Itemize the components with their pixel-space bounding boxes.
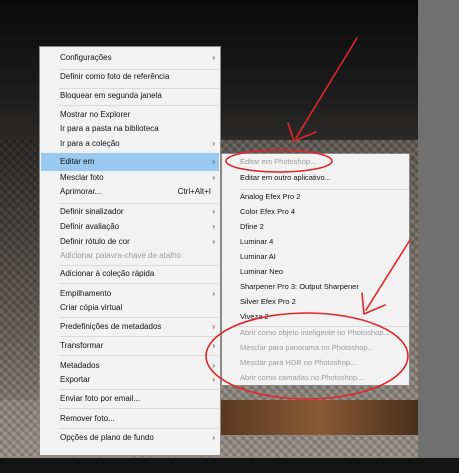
menu-item-label: Criar cópia virtual bbox=[60, 303, 123, 312]
submenu-item-label: Mesclar para panorama no Photoshop... bbox=[240, 343, 374, 352]
menu-item-opcoes-plano-fundo[interactable]: Opções de plano de fundo › bbox=[41, 429, 219, 447]
submenu-item-label: Sharpener Pro 3: Output Sharpener bbox=[240, 282, 359, 291]
side-panel bbox=[418, 0, 459, 473]
submenu-item-editar-photoshop[interactable]: Editar em Photoshop... bbox=[223, 154, 409, 170]
submenu-item-label: Color Efex Pro 4 bbox=[240, 207, 296, 216]
submenu-editar-em: Editar em Photoshop... Editar em outro a… bbox=[221, 153, 410, 386]
submenu-item-abrir-camadas[interactable]: Abrir como camadas no Photoshop... bbox=[223, 370, 409, 386]
menu-item-transformar[interactable]: Transformar › bbox=[41, 337, 219, 355]
submenu-arrow-icon: › bbox=[212, 53, 215, 62]
menu-item-label: Exportar bbox=[60, 375, 91, 384]
menu-item-label: Mostrar no Explorer bbox=[60, 110, 131, 119]
menu-item-bloquear-segunda-janela[interactable]: Bloquear em segunda janela bbox=[41, 87, 219, 105]
submenu-item-label: Luminar Neo bbox=[240, 267, 283, 276]
submenu-arrow-icon: › bbox=[212, 375, 215, 384]
menu-item-enviar-email[interactable]: Enviar foto por email... bbox=[41, 390, 219, 408]
submenu-item-label: Mesclar para HDR no Photoshop... bbox=[240, 358, 357, 367]
submenu-item-mesclar-panorama[interactable]: Mesclar para panorama no Photoshop... bbox=[223, 340, 409, 356]
menu-item-label: Mesclar foto bbox=[60, 173, 104, 182]
submenu-item-label: Viveza 2 bbox=[240, 312, 269, 321]
submenu-item-editar-outro-aplicativo[interactable]: Editar em outro aplicativo... bbox=[223, 170, 409, 186]
menu-item-label: Adicionar à coleção rápida bbox=[60, 269, 155, 278]
submenu-arrow-icon: › bbox=[212, 139, 215, 148]
menu-item-label: Metadados bbox=[60, 361, 100, 370]
submenu-item-label: Editar em Photoshop... bbox=[240, 157, 317, 166]
menu-item-predefinicoes-metadados[interactable]: Predefinições de metadados › bbox=[41, 318, 219, 336]
submenu-item-label: Luminar 4 bbox=[240, 237, 274, 246]
menu-item-copia-virtual[interactable]: Criar cópia virtual bbox=[41, 299, 219, 317]
menu-item-label: Definir como foto de referência bbox=[60, 72, 170, 81]
menu-item-definir-referencia[interactable]: Definir como foto de referência bbox=[41, 68, 219, 86]
submenu-item-mesclar-hdr[interactable]: Mesclar para HDR no Photoshop... bbox=[223, 355, 409, 371]
submenu-item-label: Abrir como camadas no Photoshop... bbox=[240, 373, 364, 382]
submenu-item-label: Dfine 2 bbox=[240, 222, 264, 231]
menu-item-label: Ir para a pasta na biblioteca bbox=[60, 124, 159, 133]
submenu-item-analog-efex[interactable]: Analog Efex Pro 2 bbox=[223, 189, 409, 205]
submenu-item-color-efex[interactable]: Color Efex Pro 4 bbox=[223, 204, 409, 220]
menu-separator bbox=[59, 355, 219, 356]
submenu-item-label: Luminar AI bbox=[240, 252, 276, 261]
submenu-item-luminar-4[interactable]: Luminar 4 bbox=[223, 234, 409, 250]
menu-item-label: Bloquear em segunda janela bbox=[60, 91, 162, 100]
submenu-arrow-icon: › bbox=[212, 322, 215, 331]
menu-item-label: Aprimorar... bbox=[60, 187, 102, 196]
menu-item-label: Predefinições de metadados bbox=[60, 322, 162, 331]
menu-item-label: Configurações bbox=[60, 53, 112, 62]
menu-item-label: Opções de plano de fundo bbox=[60, 433, 154, 442]
submenu-item-luminar-neo[interactable]: Luminar Neo bbox=[223, 264, 409, 280]
menu-item-label: Adicionar palavra-chave de atalho bbox=[60, 251, 181, 260]
menu-item-exportar[interactable]: Exportar › bbox=[41, 371, 219, 389]
menu-item-aprimorar[interactable]: Aprimorar... Ctrl+Alt+I bbox=[41, 183, 219, 201]
menu-item-configuracoes[interactable]: Configurações › bbox=[41, 49, 219, 67]
menu-item-label: Enviar foto por email... bbox=[60, 394, 141, 403]
menu-item-label: Definir avaliação bbox=[60, 222, 120, 231]
menu-item-palavra-chave-atalho[interactable]: Adicionar palavra-chave de atalho bbox=[41, 247, 219, 265]
submenu-item-label: Abrir como objeto inteligente no Photosh… bbox=[240, 328, 390, 337]
submenu-item-label: Silver Efex Pro 2 bbox=[240, 297, 296, 306]
submenu-item-viveza[interactable]: Viveza 2 bbox=[223, 309, 409, 325]
submenu-item-label: Analog Efex Pro 2 bbox=[240, 192, 301, 201]
menu-item-label: Empilhamento bbox=[60, 289, 112, 298]
photo-warm-strip bbox=[220, 400, 418, 435]
submenu-item-sharpener-pro[interactable]: Sharpener Pro 3: Output Sharpener bbox=[223, 279, 409, 295]
menu-item-label: Ir para a coleção bbox=[60, 139, 120, 148]
menu-item-label: Editar em bbox=[60, 157, 95, 166]
menu-separator bbox=[59, 283, 219, 284]
menu-item-colecao-rapida[interactable]: Adicionar à coleção rápida bbox=[41, 265, 219, 283]
submenu-item-dfine[interactable]: Dfine 2 bbox=[223, 219, 409, 235]
menu-item-label: Definir sinalizador bbox=[60, 207, 124, 216]
bottom-bar bbox=[0, 458, 459, 473]
submenu-item-luminar-ai[interactable]: Luminar AI bbox=[223, 249, 409, 265]
menu-item-ir-colecao[interactable]: Ir para a coleção › bbox=[41, 135, 219, 153]
menu-item-label: Definir rótulo de cor bbox=[60, 237, 130, 246]
submenu-arrow-icon: › bbox=[212, 433, 215, 442]
submenu-item-label: Editar em outro aplicativo... bbox=[240, 173, 331, 182]
menu-item-remover-foto[interactable]: Remover foto... bbox=[41, 410, 219, 428]
menu-shortcut: Ctrl+Alt+I bbox=[177, 187, 211, 196]
menu-item-label: Remover foto... bbox=[60, 414, 115, 423]
context-menu: Configurações › Definir como foto de ref… bbox=[39, 46, 221, 456]
submenu-item-silver-efex[interactable]: Silver Efex Pro 2 bbox=[223, 294, 409, 310]
menu-item-label: Transformar bbox=[60, 341, 104, 350]
menu-separator bbox=[59, 408, 219, 409]
submenu-arrow-icon: › bbox=[212, 341, 215, 350]
submenu-item-objeto-inteligente[interactable]: Abrir como objeto inteligente no Photosh… bbox=[223, 325, 409, 341]
